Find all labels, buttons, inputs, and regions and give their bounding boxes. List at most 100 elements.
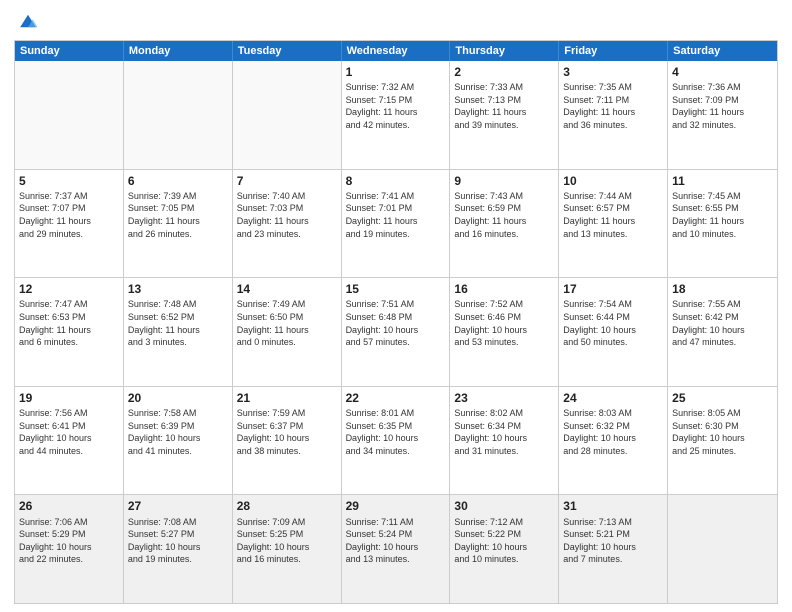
- cell-info: Sunrise: 7:35 AM Sunset: 7:11 PM Dayligh…: [563, 81, 663, 131]
- day-number: 13: [128, 281, 228, 297]
- calendar-cell-r2-c0: 12Sunrise: 7:47 AM Sunset: 6:53 PM Dayli…: [15, 278, 124, 386]
- logo-icon: [17, 10, 39, 32]
- page: SundayMondayTuesdayWednesdayThursdayFrid…: [0, 0, 792, 612]
- cell-info: Sunrise: 7:33 AM Sunset: 7:13 PM Dayligh…: [454, 81, 554, 131]
- day-number: 28: [237, 498, 337, 514]
- day-number: 20: [128, 390, 228, 406]
- cell-info: Sunrise: 7:49 AM Sunset: 6:50 PM Dayligh…: [237, 298, 337, 348]
- day-number: 10: [563, 173, 663, 189]
- calendar-cell-r3-c1: 20Sunrise: 7:58 AM Sunset: 6:39 PM Dayli…: [124, 387, 233, 495]
- calendar-cell-r4-c0: 26Sunrise: 7:06 AM Sunset: 5:29 PM Dayli…: [15, 495, 124, 603]
- day-number: 7: [237, 173, 337, 189]
- day-number: 15: [346, 281, 446, 297]
- weekday-header-thursday: Thursday: [450, 41, 559, 61]
- calendar-cell-r4-c3: 29Sunrise: 7:11 AM Sunset: 5:24 PM Dayli…: [342, 495, 451, 603]
- weekday-header-tuesday: Tuesday: [233, 41, 342, 61]
- calendar-cell-r3-c2: 21Sunrise: 7:59 AM Sunset: 6:37 PM Dayli…: [233, 387, 342, 495]
- cell-info: Sunrise: 7:56 AM Sunset: 6:41 PM Dayligh…: [19, 407, 119, 457]
- calendar-cell-r3-c0: 19Sunrise: 7:56 AM Sunset: 6:41 PM Dayli…: [15, 387, 124, 495]
- cell-info: Sunrise: 7:32 AM Sunset: 7:15 PM Dayligh…: [346, 81, 446, 131]
- calendar-cell-r0-c3: 1Sunrise: 7:32 AM Sunset: 7:15 PM Daylig…: [342, 61, 451, 169]
- day-number: 21: [237, 390, 337, 406]
- cell-info: Sunrise: 7:55 AM Sunset: 6:42 PM Dayligh…: [672, 298, 773, 348]
- cell-info: Sunrise: 8:05 AM Sunset: 6:30 PM Dayligh…: [672, 407, 773, 457]
- calendar-row-2: 12Sunrise: 7:47 AM Sunset: 6:53 PM Dayli…: [15, 277, 777, 386]
- calendar-row-0: 1Sunrise: 7:32 AM Sunset: 7:15 PM Daylig…: [15, 61, 777, 169]
- cell-info: Sunrise: 7:51 AM Sunset: 6:48 PM Dayligh…: [346, 298, 446, 348]
- day-number: 9: [454, 173, 554, 189]
- cell-info: Sunrise: 7:43 AM Sunset: 6:59 PM Dayligh…: [454, 190, 554, 240]
- calendar-cell-r1-c4: 9Sunrise: 7:43 AM Sunset: 6:59 PM Daylig…: [450, 170, 559, 278]
- cell-info: Sunrise: 7:08 AM Sunset: 5:27 PM Dayligh…: [128, 516, 228, 566]
- calendar-cell-r3-c5: 24Sunrise: 8:03 AM Sunset: 6:32 PM Dayli…: [559, 387, 668, 495]
- cell-info: Sunrise: 7:11 AM Sunset: 5:24 PM Dayligh…: [346, 516, 446, 566]
- calendar-cell-r1-c5: 10Sunrise: 7:44 AM Sunset: 6:57 PM Dayli…: [559, 170, 668, 278]
- day-number: 14: [237, 281, 337, 297]
- day-number: 19: [19, 390, 119, 406]
- calendar-header: SundayMondayTuesdayWednesdayThursdayFrid…: [15, 41, 777, 61]
- calendar-cell-r2-c6: 18Sunrise: 7:55 AM Sunset: 6:42 PM Dayli…: [668, 278, 777, 386]
- calendar-cell-r2-c4: 16Sunrise: 7:52 AM Sunset: 6:46 PM Dayli…: [450, 278, 559, 386]
- day-number: 23: [454, 390, 554, 406]
- cell-info: Sunrise: 7:58 AM Sunset: 6:39 PM Dayligh…: [128, 407, 228, 457]
- calendar-cell-r0-c0: [15, 61, 124, 169]
- calendar-cell-r2-c1: 13Sunrise: 7:48 AM Sunset: 6:52 PM Dayli…: [124, 278, 233, 386]
- calendar-cell-r2-c5: 17Sunrise: 7:54 AM Sunset: 6:44 PM Dayli…: [559, 278, 668, 386]
- calendar-cell-r3-c3: 22Sunrise: 8:01 AM Sunset: 6:35 PM Dayli…: [342, 387, 451, 495]
- logo: [14, 10, 39, 32]
- weekday-header-wednesday: Wednesday: [342, 41, 451, 61]
- day-number: 8: [346, 173, 446, 189]
- cell-info: Sunrise: 7:54 AM Sunset: 6:44 PM Dayligh…: [563, 298, 663, 348]
- cell-info: Sunrise: 8:01 AM Sunset: 6:35 PM Dayligh…: [346, 407, 446, 457]
- day-number: 4: [672, 64, 773, 80]
- weekday-header-sunday: Sunday: [15, 41, 124, 61]
- calendar-cell-r1-c2: 7Sunrise: 7:40 AM Sunset: 7:03 PM Daylig…: [233, 170, 342, 278]
- weekday-header-friday: Friday: [559, 41, 668, 61]
- cell-info: Sunrise: 7:37 AM Sunset: 7:07 PM Dayligh…: [19, 190, 119, 240]
- calendar-cell-r2-c2: 14Sunrise: 7:49 AM Sunset: 6:50 PM Dayli…: [233, 278, 342, 386]
- day-number: 1: [346, 64, 446, 80]
- weekday-header-saturday: Saturday: [668, 41, 777, 61]
- header: [14, 10, 778, 32]
- cell-info: Sunrise: 7:47 AM Sunset: 6:53 PM Dayligh…: [19, 298, 119, 348]
- calendar-cell-r1-c1: 6Sunrise: 7:39 AM Sunset: 7:05 PM Daylig…: [124, 170, 233, 278]
- cell-info: Sunrise: 7:06 AM Sunset: 5:29 PM Dayligh…: [19, 516, 119, 566]
- calendar-cell-r4-c1: 27 Sunrise: 7:08 AM Sunset: 5:27 PM Dayli…: [124, 495, 233, 603]
- day-number: 22: [346, 390, 446, 406]
- cell-info: Sunrise: 7:52 AM Sunset: 6:46 PM Dayligh…: [454, 298, 554, 348]
- calendar-cell-r4-c6: [668, 495, 777, 603]
- calendar-body: 1Sunrise: 7:32 AM Sunset: 7:15 PM Daylig…: [15, 61, 777, 603]
- calendar-cell-r4-c2: 28Sunrise: 7:09 AM Sunset: 5:25 PM Dayli…: [233, 495, 342, 603]
- calendar-cell-r1-c6: 11Sunrise: 7:45 AM Sunset: 6:55 PM Dayli…: [668, 170, 777, 278]
- cell-info: Sunrise: 7:59 AM Sunset: 6:37 PM Dayligh…: [237, 407, 337, 457]
- calendar-row-3: 19Sunrise: 7:56 AM Sunset: 6:41 PM Dayli…: [15, 386, 777, 495]
- calendar-cell-r1-c0: 5Sunrise: 7:37 AM Sunset: 7:07 PM Daylig…: [15, 170, 124, 278]
- calendar-cell-r0-c6: 4Sunrise: 7:36 AM Sunset: 7:09 PM Daylig…: [668, 61, 777, 169]
- calendar: SundayMondayTuesdayWednesdayThursdayFrid…: [14, 40, 778, 604]
- calendar-cell-r4-c4: 30 Sunrise: 7:12 AM Sunset: 5:22 PM Dayli…: [450, 495, 559, 603]
- day-number: 24: [563, 390, 663, 406]
- day-number: 18: [672, 281, 773, 297]
- cell-info: Sunrise: 7:44 AM Sunset: 6:57 PM Dayligh…: [563, 190, 663, 240]
- cell-info: Sunrise: 7:12 AM Sunset: 5:22 PM Dayligh…: [454, 516, 554, 566]
- calendar-cell-r0-c1: [124, 61, 233, 169]
- day-number: 2: [454, 64, 554, 80]
- day-number: 5: [19, 173, 119, 189]
- calendar-row-4: 26Sunrise: 7:06 AM Sunset: 5:29 PM Dayli…: [15, 494, 777, 603]
- day-number: 12: [19, 281, 119, 297]
- calendar-row-1: 5Sunrise: 7:37 AM Sunset: 7:07 PM Daylig…: [15, 169, 777, 278]
- cell-info: Sunrise: 7:39 AM Sunset: 7:05 PM Dayligh…: [128, 190, 228, 240]
- day-number: 30: [454, 498, 554, 514]
- calendar-cell-r3-c4: 23Sunrise: 8:02 AM Sunset: 6:34 PM Dayli…: [450, 387, 559, 495]
- cell-info: Sunrise: 7:40 AM Sunset: 7:03 PM Dayligh…: [237, 190, 337, 240]
- calendar-cell-r0-c2: [233, 61, 342, 169]
- calendar-cell-r0-c5: 3Sunrise: 7:35 AM Sunset: 7:11 PM Daylig…: [559, 61, 668, 169]
- cell-info: Sunrise: 7:45 AM Sunset: 6:55 PM Dayligh…: [672, 190, 773, 240]
- cell-info: Sunrise: 7:48 AM Sunset: 6:52 PM Dayligh…: [128, 298, 228, 348]
- weekday-header-monday: Monday: [124, 41, 233, 61]
- cell-info: Sunrise: 7:36 AM Sunset: 7:09 PM Dayligh…: [672, 81, 773, 131]
- day-number: 3: [563, 64, 663, 80]
- day-number: 6: [128, 173, 228, 189]
- day-number: 27: [128, 498, 228, 514]
- calendar-cell-r2-c3: 15Sunrise: 7:51 AM Sunset: 6:48 PM Dayli…: [342, 278, 451, 386]
